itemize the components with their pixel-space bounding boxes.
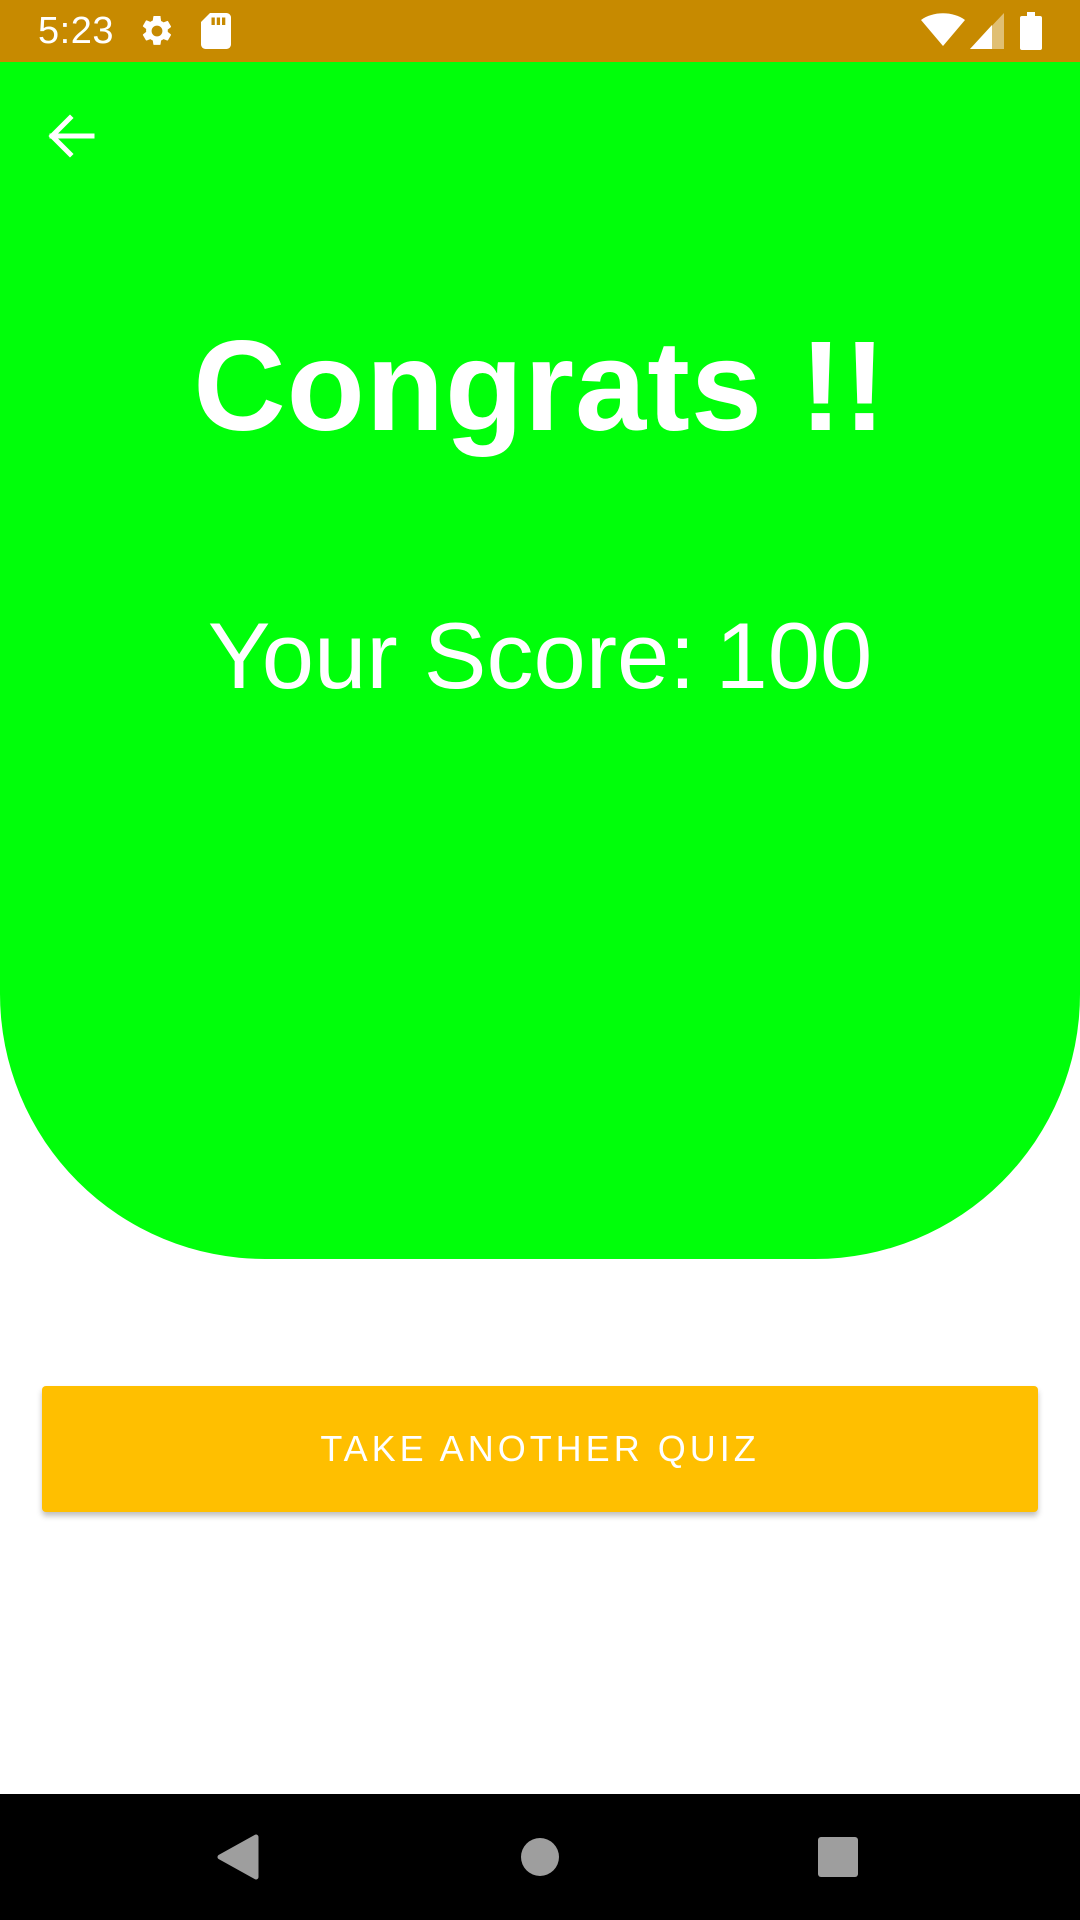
triangle-back-icon [217,1834,259,1880]
score-value: 100 [715,603,873,708]
nav-back-button[interactable] [202,1821,274,1893]
nav-home-button[interactable] [504,1821,576,1893]
system-navigation-bar [0,1794,1080,1920]
sd-card-icon [201,13,231,49]
take-another-quiz-button[interactable]: TAKE ANOTHER QUIZ [42,1386,1038,1512]
arrow-left-icon [48,114,95,158]
gear-icon [142,15,172,45]
circle-home-icon [521,1838,559,1876]
cellular-signal-icon [970,13,1004,49]
status-time: 5:23 [38,10,114,52]
status-bar: 5:23 [0,0,1080,62]
score-label: Your Score: [207,603,696,708]
square-recents-icon [818,1837,858,1877]
nav-recents-button[interactable] [802,1821,874,1893]
battery-icon [1020,12,1042,50]
congrats-title: Congrats !! [193,315,887,458]
score-display: Your Score: 100 [0,597,1080,715]
wifi-icon [921,13,965,46]
back-button[interactable] [38,106,104,166]
